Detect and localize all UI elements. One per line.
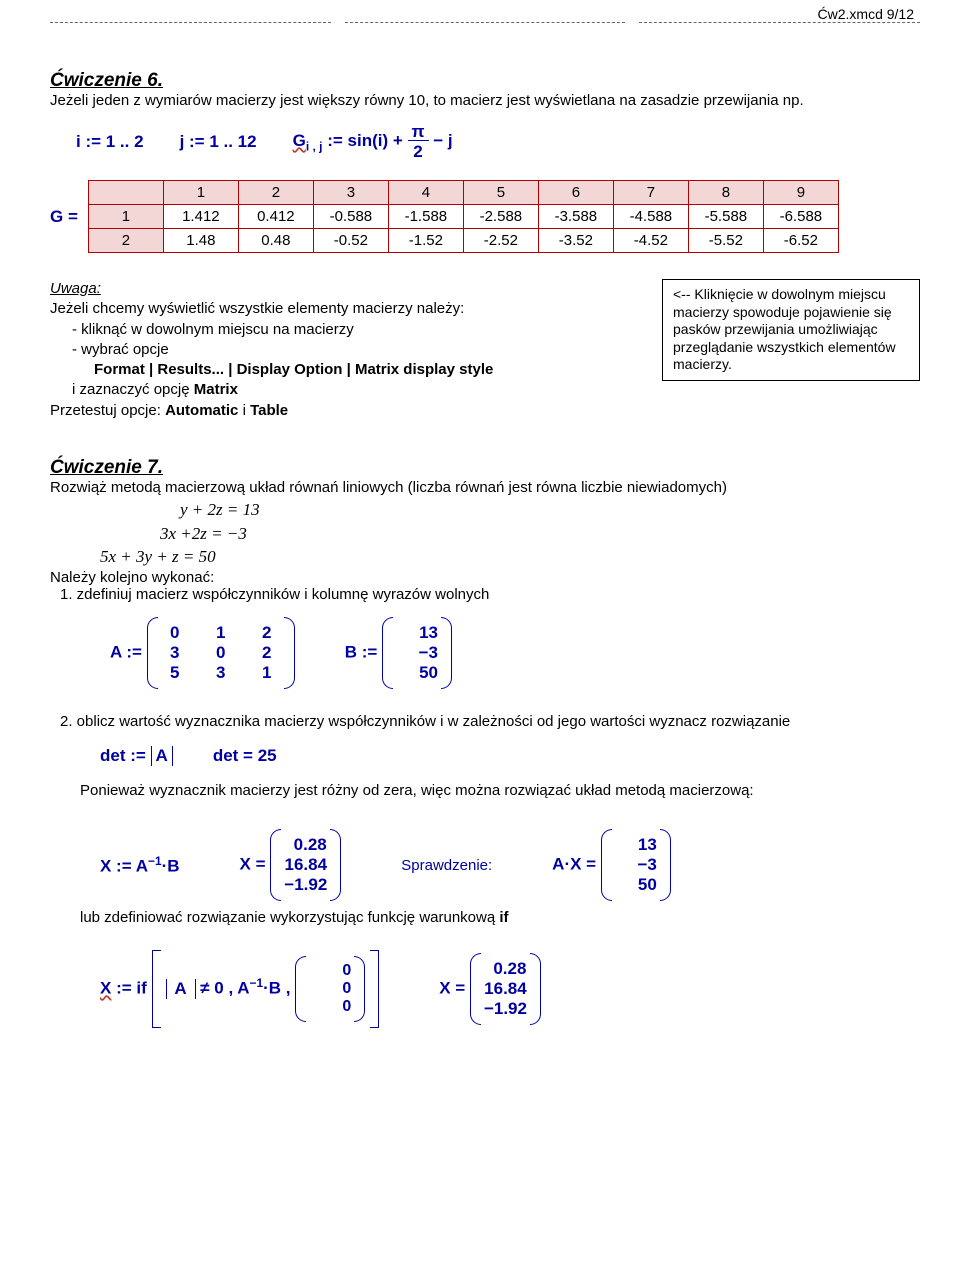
x-def: X := A−1·B [100, 854, 180, 877]
header-rule [50, 22, 920, 24]
ex7-step1: 1. zdefiniuj macierz współczynników i ko… [50, 586, 920, 603]
note-box: <-- Kliknięcie w dowolnym miejscu macier… [662, 279, 920, 381]
x-result: X = 0.28 16.84 −1.92 [240, 829, 342, 901]
matrix-b-def: B := 13 −3 50 [345, 617, 452, 689]
x-if-result: X = 0.28 16.84 −1.92 [439, 953, 541, 1025]
ex6-definitions: i := 1 .. 2 j := 1 .. 12 Gi , j := sin(i… [50, 123, 920, 160]
ex7-since: Ponieważ wyznacznik macierzy jest różny … [50, 782, 920, 799]
g-equals: G = [50, 207, 78, 227]
sprawdzenie-label: Sprawdzenie: [401, 857, 492, 874]
j-def: j := 1 .. 12 [180, 132, 257, 152]
uwaga-block: Uwaga: Jeżeli chcemy wyświetlić wszystki… [50, 279, 632, 421]
page-header: Ćw2.xmcd 9/12 [50, 6, 920, 22]
det-def: det := A [100, 746, 173, 766]
g-matrix-table[interactable]: 123 456 789 1 1.4120.412-0.588 -1.588-2.… [88, 180, 839, 253]
table-row: 2 1.480.48-0.52 -1.52-2.52-3.52 -4.52-5.… [88, 229, 838, 253]
ex7-equations: y + 2z = 13 3x +2z = −3 5x + 3y + z = 50 [50, 498, 920, 569]
det-result: det = 25 [213, 746, 277, 766]
ex7-title: Ćwiczenie 7. [50, 457, 920, 479]
table-row: 1 1.4120.412-0.588 -1.588-2.588-3.588 -4… [88, 205, 838, 229]
ax-result: A·X = 13 −3 50 [552, 829, 671, 901]
g-def: Gi , j := sin(i) + π2 − j [293, 123, 453, 160]
ex6-title: Ćwiczenie 6. [50, 70, 920, 92]
ex6-desc: Jeżeli jeden z wymiarów macierzy jest wi… [50, 92, 920, 109]
ex7-desc: Rozwiąż metodą macierzową układ równań l… [50, 479, 920, 496]
x-if-def: X := if A ≠ 0 , A−1·B , 0 0 0 [100, 950, 379, 1028]
ex7-step2: 2. oblicz wartość wyznacznika macierzy w… [50, 713, 920, 730]
ex7-or: lub zdefiniować rozwiązanie wykorzystują… [50, 909, 920, 926]
ex7-steps-intro: Należy kolejno wykonać: [50, 569, 920, 586]
matrix-a-def: A := 012 302 531 [110, 617, 295, 689]
i-def: i := 1 .. 2 [76, 132, 144, 152]
